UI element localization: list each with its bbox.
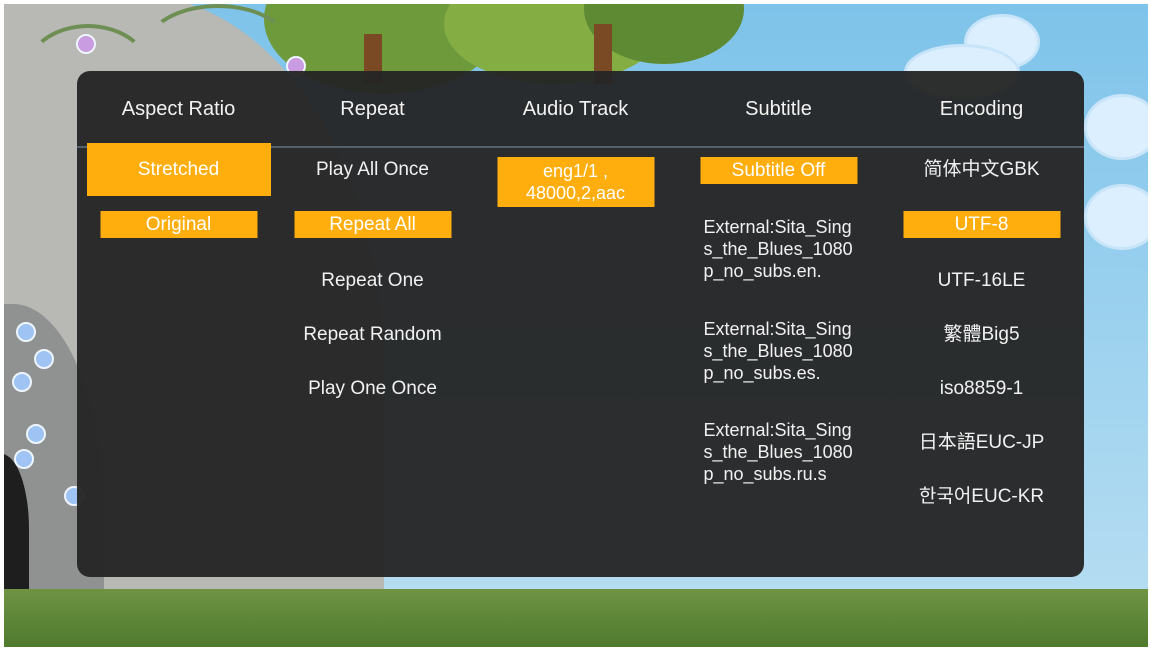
aspect-option-stretched[interactable]: Stretched: [86, 143, 271, 196]
repeat-option-play-one-once[interactable]: Play One Once: [308, 378, 437, 400]
header-encoding: Encoding: [939, 97, 1024, 120]
encoding-option-iso8859-1[interactable]: iso8859-1: [940, 378, 1023, 400]
header-repeat: Repeat: [340, 97, 405, 120]
subtitle-option-external-ru[interactable]: External:Sita_Sings_the_Blues_1080p_no_s…: [704, 419, 854, 485]
repeat-option-repeat-all[interactable]: Repeat All: [294, 211, 451, 238]
audio-track-option[interactable]: eng1/1 , 48000,2,aac: [497, 157, 654, 207]
playback-settings-panel: Aspect Ratio Repeat Audio Track Subtitle…: [77, 71, 1084, 577]
encoding-option-utf16le[interactable]: UTF-16LE: [938, 270, 1026, 292]
flower: [26, 424, 46, 444]
header-aspect-ratio: Aspect Ratio: [121, 97, 236, 120]
header-audio-track: Audio Track: [522, 97, 629, 120]
encoding-option-big5[interactable]: 繁體Big5: [943, 324, 1019, 346]
flower: [16, 322, 36, 342]
repeat-option-repeat-random[interactable]: Repeat Random: [303, 324, 441, 346]
repeat-option-repeat-one[interactable]: Repeat One: [321, 270, 423, 292]
flower: [14, 449, 34, 469]
encoding-option-euc-jp[interactable]: 日本語EUC-JP: [919, 432, 1045, 454]
flower: [76, 34, 96, 54]
subtitle-option-external-es[interactable]: External:Sita_Sings_the_Blues_1080p_no_s…: [704, 318, 854, 384]
flower: [12, 372, 32, 392]
repeat-option-play-all-once[interactable]: Play All Once: [316, 159, 429, 181]
subtitle-option-off[interactable]: Subtitle Off: [700, 157, 857, 184]
header-subtitle: Subtitle: [745, 97, 812, 120]
flower: [34, 349, 54, 369]
cloud: [1084, 184, 1148, 250]
ground: [4, 589, 1148, 647]
encoding-option-euc-kr[interactable]: 한국어EUC-KR: [919, 486, 1044, 508]
encoding-option-gbk[interactable]: 简体中文GBK: [923, 159, 1039, 181]
aspect-option-original[interactable]: Original: [100, 211, 257, 238]
column-headers: Aspect Ratio Repeat Audio Track Subtitle…: [77, 71, 1084, 147]
encoding-option-utf8[interactable]: UTF-8: [903, 211, 1060, 238]
cloud: [1084, 94, 1148, 160]
subtitle-option-external-en[interactable]: External:Sita_Sings_the_Blues_1080p_no_s…: [704, 216, 854, 282]
